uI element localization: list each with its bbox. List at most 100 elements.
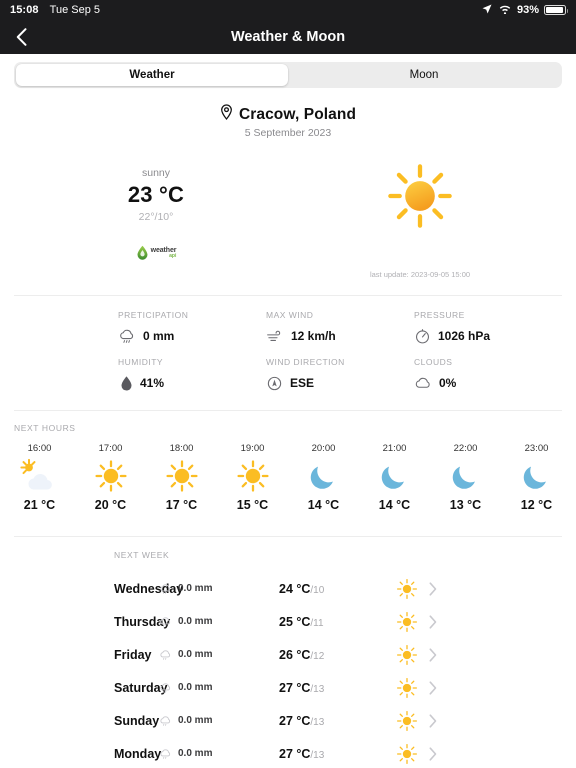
hour-item[interactable]: 19:00 15 °C <box>217 443 288 512</box>
rain-cloud-icon <box>159 583 172 595</box>
hour-temp: 14 °C <box>307 498 340 512</box>
hour-time: 22:00 <box>453 443 478 454</box>
week-rain: 0.0 mm <box>159 748 279 760</box>
tab-moon[interactable]: Moon <box>288 64 560 86</box>
current-weather: sunny 23 °C 22°/10° weather api last upd… <box>0 157 576 279</box>
rain-cloud-icon <box>159 616 172 628</box>
weatherapi-wordmark: weather api <box>151 247 177 259</box>
week-temp: 27 °C/13 <box>279 714 384 728</box>
hour-item[interactable]: 21:00 14 °C <box>359 443 430 512</box>
hour-time: 19:00 <box>240 443 265 454</box>
sun-icon <box>384 741 429 767</box>
chevron-right-icon[interactable] <box>429 746 562 761</box>
week-temp-low: /13 <box>310 683 325 695</box>
week-temp-high: 26 °C <box>279 647 311 662</box>
status-date: Tue Sep 5 <box>49 4 100 16</box>
hour-item[interactable]: 22:00 13 °C <box>430 443 501 512</box>
compass-icon <box>266 375 283 392</box>
week-rain: 0.0 mm <box>159 715 279 727</box>
hour-temp: 21 °C <box>23 498 56 512</box>
sun-icon <box>384 675 429 701</box>
drizzle-cloud-icon <box>118 328 136 345</box>
table-row[interactable]: Saturday 0.0 mm 27 °C/13 <box>0 671 576 704</box>
status-bar-right: 93% <box>481 3 568 18</box>
table-row[interactable]: Sunday 0.0 mm 27 °C/13 <box>0 704 576 737</box>
stat-value-row: 12 km/h <box>266 325 414 347</box>
table-row[interactable]: Monday 0.0 mm 27 °C/13 <box>0 737 576 768</box>
stat-value: 0% <box>439 376 457 390</box>
hour-item[interactable]: 17:00 20 °C <box>75 443 146 512</box>
chevron-right-icon[interactable] <box>429 713 562 728</box>
week-rain-value: 0.0 mm <box>178 583 213 594</box>
hour-time: 16:00 <box>27 443 52 454</box>
hour-time: 18:00 <box>169 443 194 454</box>
hour-temp: 17 °C <box>165 498 198 512</box>
battery-icon <box>544 5 568 15</box>
week-temp-high: 27 °C <box>279 680 311 695</box>
stat-clouds: CLOUDS 0% <box>414 357 562 394</box>
divider-week <box>14 536 562 537</box>
sun-icon <box>379 157 461 240</box>
week-temp: 26 °C/12 <box>279 648 384 662</box>
week-temp: 24 °C/10 <box>279 582 384 596</box>
rain-cloud-icon <box>159 649 172 661</box>
hour-time: 17:00 <box>98 443 123 454</box>
gauge-icon <box>414 328 431 345</box>
stat-label: HUMIDITY <box>118 357 164 367</box>
location-row: Cracow, Poland <box>0 104 576 125</box>
segmented-control[interactable]: Weather Moon <box>14 62 562 88</box>
tab-weather[interactable]: Weather <box>16 64 288 86</box>
segmented-control-wrapper: Weather Moon <box>0 54 576 88</box>
week-temp-high: 27 °C <box>279 746 311 761</box>
location-name: Cracow, Poland <box>238 105 357 123</box>
table-row[interactable]: Thursday 0.0 mm 25 °C/11 <box>0 605 576 638</box>
hour-time: 21:00 <box>382 443 407 454</box>
week-temp-low: /11 <box>310 617 324 629</box>
hour-item[interactable]: 18:00 17 °C <box>146 443 217 512</box>
page-title: Weather & Moon <box>230 29 346 45</box>
week-temp: 27 °C/13 <box>279 681 384 695</box>
week-temp-low: /13 <box>310 716 325 728</box>
stats-row-1: PRETICIPATION 0 mm MAX WIND 12 km/h PRES… <box>14 310 562 347</box>
chevron-right-icon[interactable] <box>429 647 562 662</box>
stat-wind-direction: WIND DIRECTION ESE <box>266 357 414 394</box>
week-rain-value: 0.0 mm <box>178 616 213 627</box>
weekly-forecast-list: Wednesday 0.0 mm 24 °C/10 Thursday 0.0 m… <box>0 572 576 768</box>
current-temperature: 23 °C <box>127 182 185 207</box>
sun-icon <box>162 454 202 498</box>
hour-item[interactable]: 16:00 21 °C <box>4 443 75 512</box>
table-row[interactable]: Friday 0.0 mm 26 °C/12 <box>0 638 576 671</box>
sun-icon <box>384 609 429 635</box>
moon-icon <box>520 454 554 498</box>
next-hours-section: NEXT HOURS 16:00 21 °C 17:00 20 °C 18:00… <box>0 423 576 512</box>
chevron-right-icon[interactable] <box>429 581 562 596</box>
current-temp-range: 22°/10° <box>138 211 174 223</box>
week-temp-low: /13 <box>310 749 325 761</box>
next-week-label: NEXT WEEK <box>114 550 170 560</box>
week-rain: 0.0 mm <box>159 616 279 628</box>
stat-precipitation: PRETICIPATION 0 mm <box>14 310 266 347</box>
chevron-right-icon[interactable] <box>429 680 562 695</box>
sun-icon <box>233 454 273 498</box>
table-row[interactable]: Wednesday 0.0 mm 24 °C/10 <box>0 572 576 605</box>
hour-item[interactable]: 20:00 14 °C <box>288 443 359 512</box>
status-bar: 15:08 Tue Sep 5 93% <box>0 0 576 20</box>
moon-icon <box>449 454 483 498</box>
chevron-left-icon <box>16 28 26 46</box>
water-drop-icon <box>118 375 133 392</box>
week-rain: 0.0 mm <box>159 649 279 661</box>
stats-row-2: HUMIDITY 41% WIND DIRECTION ESE CLOUDS 0… <box>14 357 562 394</box>
back-button[interactable] <box>10 26 32 48</box>
cloud-icon <box>414 376 432 390</box>
hourly-forecast-list[interactable]: 16:00 21 °C 17:00 20 °C 18:00 17 °C 19:0… <box>0 443 576 512</box>
stat-value-row: 0% <box>414 372 562 394</box>
stat-value: 12 km/h <box>291 329 336 343</box>
next-week-section: NEXT WEEK Wednesday 0.0 mm 24 °C/10 Thur… <box>0 550 576 768</box>
chevron-right-icon[interactable] <box>429 614 562 629</box>
hour-item[interactable]: 23:00 12 °C <box>501 443 572 512</box>
green-droplet-icon <box>137 245 148 260</box>
status-bar-left: 15:08 Tue Sep 5 <box>10 4 100 16</box>
sun-icon <box>384 642 429 668</box>
rain-cloud-icon <box>159 682 172 694</box>
stat-value-row: 1026 hPa <box>414 325 562 347</box>
